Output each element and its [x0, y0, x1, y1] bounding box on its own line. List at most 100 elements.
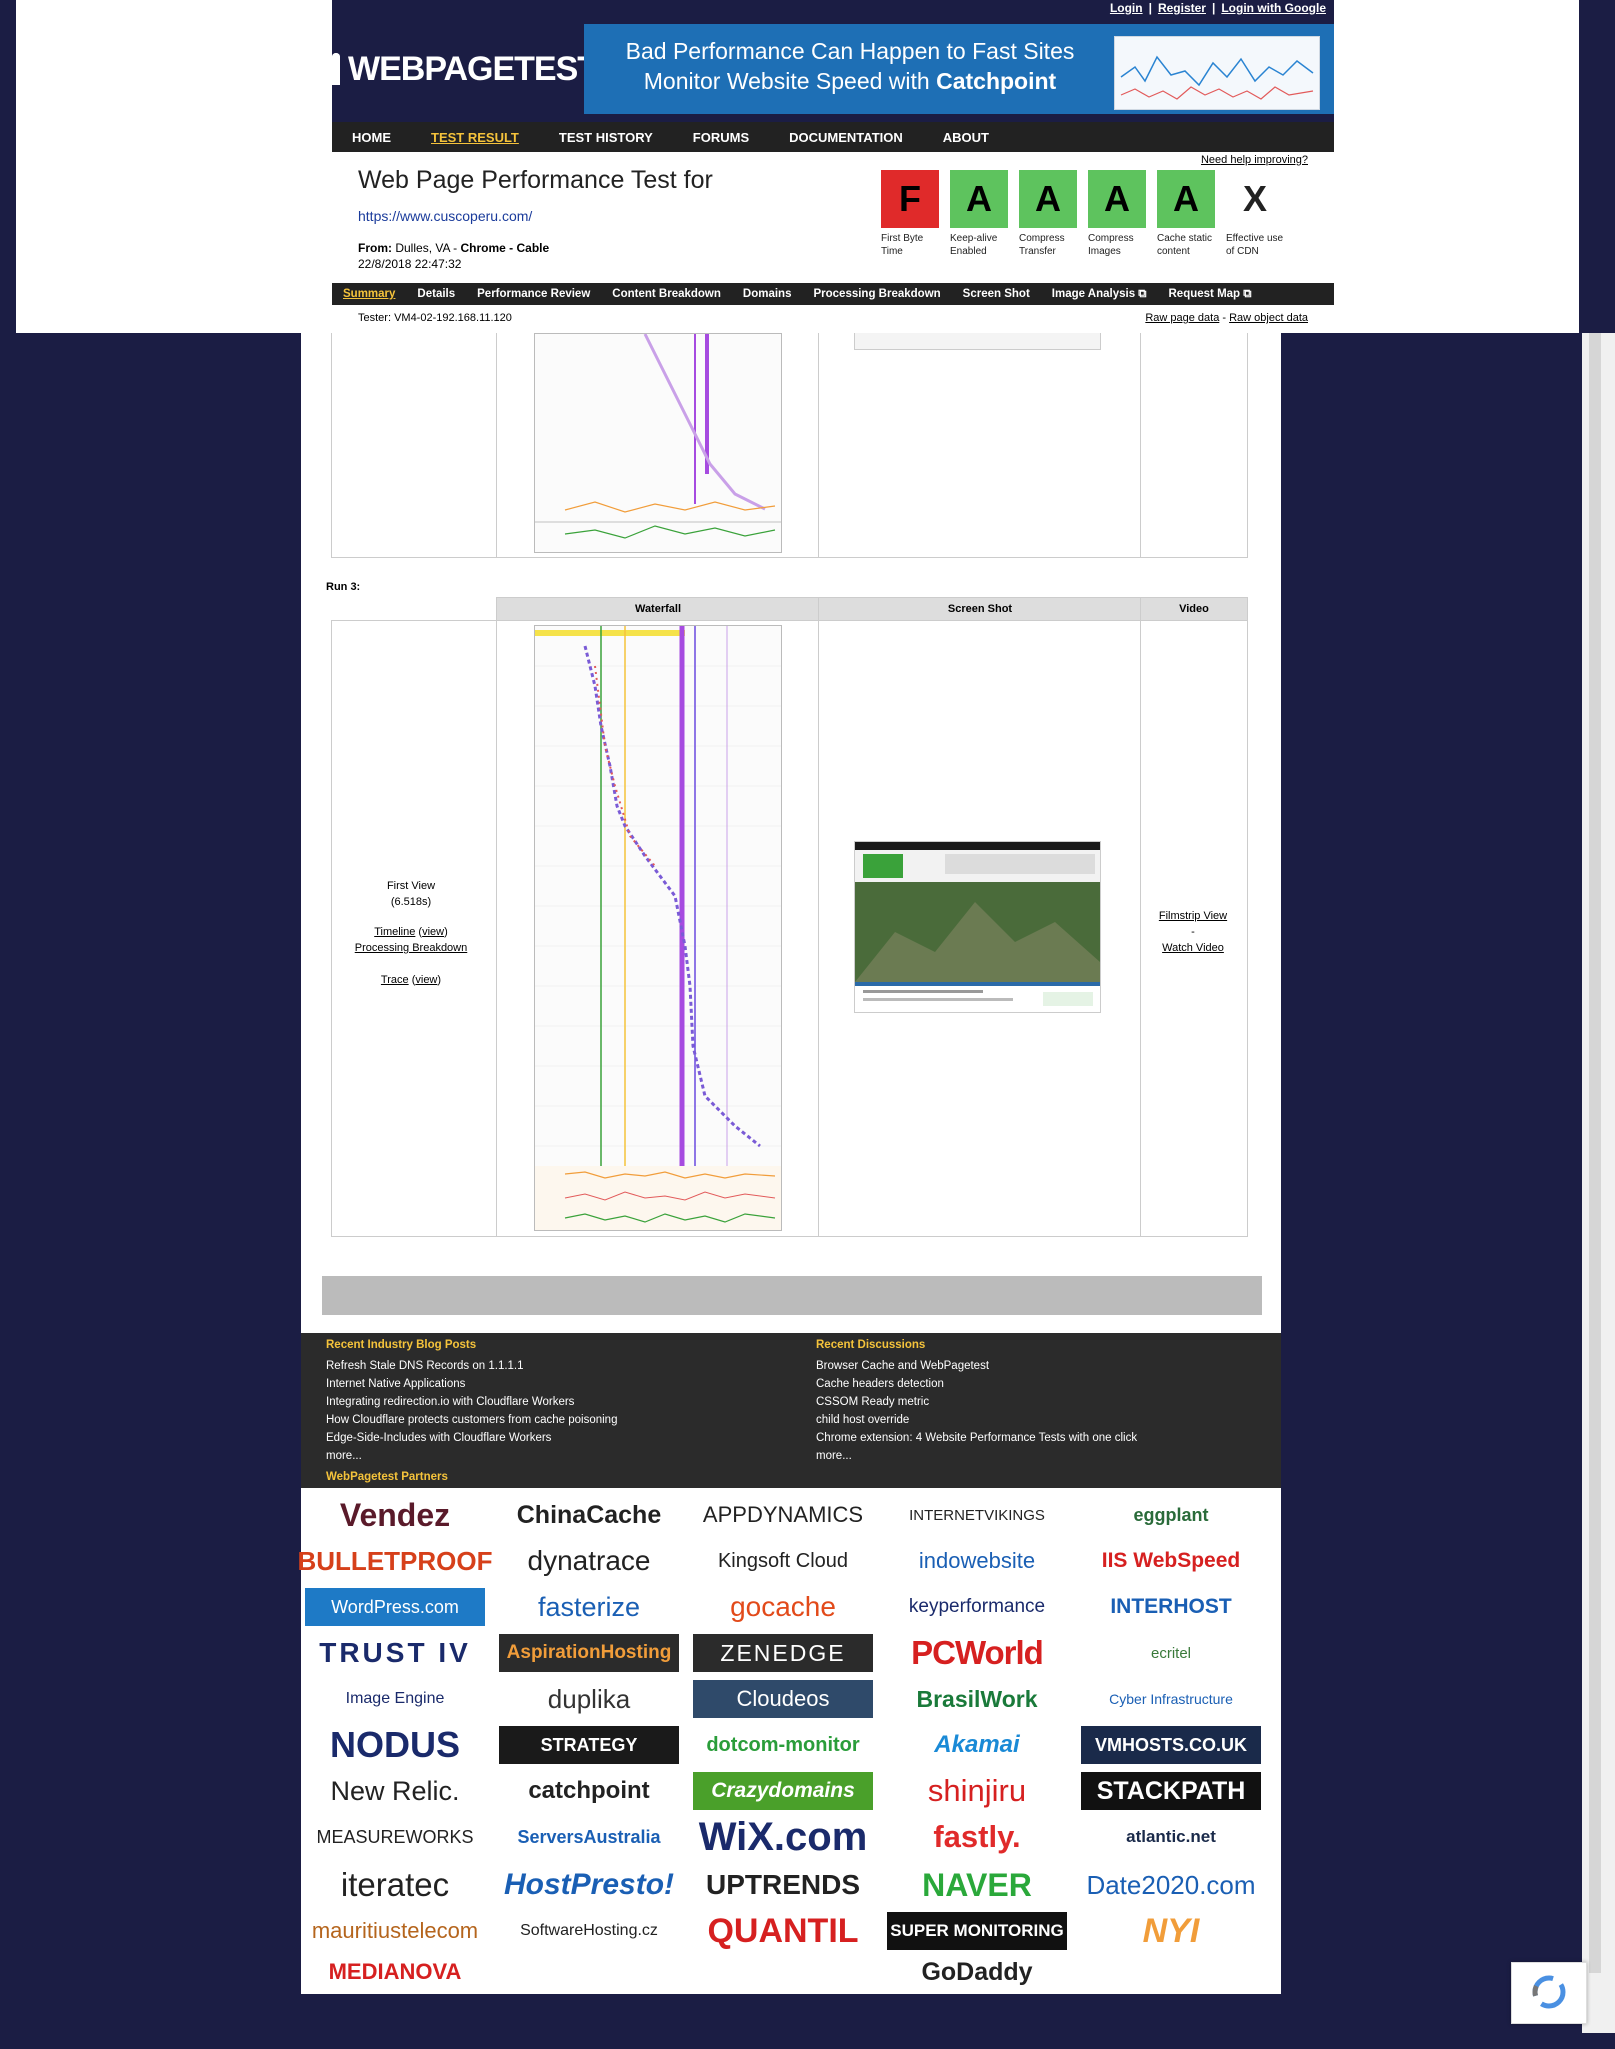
partner-logo[interactable]: fastly.	[887, 1818, 1067, 1856]
tab-screen-shot[interactable]: Screen Shot	[963, 288, 1030, 300]
tab-request-map[interactable]: Request Map ⧉	[1169, 288, 1252, 301]
menu-home[interactable]: HOME	[352, 130, 391, 145]
trace-view-link[interactable]: view	[415, 974, 437, 986]
partner-logo[interactable]: QUANTIL	[693, 1912, 873, 1950]
partner-logo[interactable]: indowebsite	[887, 1542, 1067, 1580]
timeline-link[interactable]: Timeline	[374, 926, 415, 938]
blog-post-link[interactable]: Integrating redirection.io with Cloudfla…	[326, 1393, 617, 1411]
partner-logo[interactable]: MEASUREWORKS	[305, 1818, 485, 1856]
discussion-link[interactable]: Chrome extension: 4 Website Performance …	[816, 1429, 1137, 1447]
partner-logo[interactable]: NAVER	[887, 1864, 1067, 1906]
login-google-link[interactable]: Login with Google	[1221, 1, 1326, 15]
login-link[interactable]: Login	[1110, 1, 1143, 15]
partner-logo[interactable]: INTERNETVIKINGS	[887, 1496, 1067, 1534]
raw-page-data-link[interactable]: Raw page data	[1145, 312, 1219, 324]
grade-compress-transfer[interactable]: A Compress Transfer	[1019, 170, 1077, 258]
webpagetest-logo[interactable]: WEBPAGETEST	[332, 46, 598, 92]
trace-link[interactable]: Trace	[381, 974, 409, 986]
partner-logo[interactable]: ecritel	[1081, 1634, 1261, 1672]
partner-logo[interactable]: INTERHOST	[1081, 1588, 1261, 1626]
tab-details[interactable]: Details	[417, 288, 455, 300]
tab-summary[interactable]: Summary	[343, 288, 395, 300]
blog-post-link[interactable]: Internet Native Applications	[326, 1375, 617, 1393]
catchpoint-banner[interactable]: Bad Performance Can Happen to Fast Sites…	[584, 24, 1334, 114]
watch-video-link[interactable]: Watch Video	[1140, 940, 1246, 956]
run3-waterfall-image[interactable]	[534, 625, 782, 1231]
partner-logo[interactable]: eggplant	[1081, 1496, 1261, 1534]
tab-performance-review[interactable]: Performance Review	[477, 288, 590, 300]
grade-cdn[interactable]: X Effective use of CDN	[1226, 170, 1284, 258]
run3-screenshot-image[interactable]	[854, 841, 1101, 1013]
partner-logo[interactable]: Cloudeos	[693, 1680, 873, 1718]
filmstrip-view-link[interactable]: Filmstrip View	[1140, 908, 1246, 924]
partner-logo[interactable]: dotcom-monitor	[693, 1726, 873, 1764]
discussions-more-link[interactable]: more...	[816, 1447, 1137, 1465]
partner-logo[interactable]: shinjiru	[887, 1772, 1067, 1810]
menu-forums[interactable]: FORUMS	[693, 130, 749, 145]
partner-logo[interactable]: dynatrace	[499, 1542, 679, 1580]
partner-logo[interactable]: ChinaCache	[499, 1496, 679, 1534]
partner-logo[interactable]: VMHOSTS.CO.UK	[1081, 1726, 1261, 1764]
partner-logo[interactable]: Akamai	[887, 1726, 1067, 1764]
partner-logo[interactable]: NYI	[1081, 1912, 1261, 1950]
grade-keep-alive[interactable]: A Keep-alive Enabled	[950, 170, 1008, 258]
discussion-link[interactable]: Browser Cache and WebPagetest	[816, 1357, 1137, 1375]
blog-more-link[interactable]: more...	[326, 1447, 617, 1465]
partner-logo[interactable]: Crazydomains	[693, 1772, 873, 1810]
menu-test-history[interactable]: TEST HISTORY	[559, 130, 653, 145]
tab-content-breakdown[interactable]: Content Breakdown	[612, 288, 721, 300]
menu-test-result[interactable]: TEST RESULT	[431, 130, 519, 145]
tab-processing-breakdown[interactable]: Processing Breakdown	[813, 288, 940, 300]
partner-logo[interactable]: duplika	[499, 1680, 679, 1718]
discussion-link[interactable]: CSSOM Ready metric	[816, 1393, 1137, 1411]
partner-logo[interactable]: MEDIANOVA	[305, 1954, 485, 1990]
run2-waterfall-image[interactable]	[534, 333, 782, 553]
partner-logo[interactable]: mauritiustelecom	[305, 1912, 485, 1950]
partner-logo[interactable]: Image Engine	[305, 1680, 485, 1718]
partner-logo[interactable]: WiX.com	[693, 1815, 873, 1859]
partner-logo[interactable]: AspirationHosting	[499, 1634, 679, 1672]
blog-post-link[interactable]: How Cloudflare protects customers from c…	[326, 1411, 617, 1429]
partner-logo[interactable]: STACKPATH	[1081, 1772, 1261, 1810]
partner-logo[interactable]: UPTRENDS	[693, 1864, 873, 1906]
tab-image-analysis[interactable]: Image Analysis ⧉	[1052, 288, 1147, 301]
partner-logo[interactable]: SoftwareHosting.cz	[499, 1912, 679, 1950]
discussion-link[interactable]: child host override	[816, 1411, 1137, 1429]
partner-logo[interactable]: Kingsoft Cloud	[693, 1542, 873, 1580]
blog-post-link[interactable]: Edge-Side-Includes with Cloudflare Worke…	[326, 1429, 617, 1447]
partner-logo[interactable]: GoDaddy	[887, 1954, 1067, 1990]
partner-logo[interactable]: Vendez	[305, 1496, 485, 1534]
page-scrollbar[interactable]	[1582, 333, 1615, 2033]
partner-logo[interactable]: New Relic.	[305, 1772, 485, 1810]
partner-logo[interactable]: ZENEDGE	[693, 1634, 873, 1672]
partner-logo[interactable]: Cyber Infrastructure	[1081, 1680, 1261, 1718]
partner-logo[interactable]: HostPresto!	[499, 1864, 679, 1906]
partner-logo[interactable]: SUPER MONITORING	[887, 1912, 1067, 1950]
partner-logo[interactable]: BrasilWork	[887, 1680, 1067, 1718]
partner-logo[interactable]: NODUS	[305, 1724, 485, 1765]
partner-logo[interactable]: IIS WebSpeed	[1081, 1542, 1261, 1580]
raw-object-data-link[interactable]: Raw object data	[1229, 312, 1308, 324]
blog-post-link[interactable]: Refresh Stale DNS Records on 1.1.1.1	[326, 1357, 617, 1375]
tab-domains[interactable]: Domains	[743, 288, 792, 300]
menu-about[interactable]: ABOUT	[943, 130, 989, 145]
partner-logo[interactable]: ServersAustralia	[499, 1818, 679, 1856]
partner-logo[interactable]: APPDYNAMICS	[693, 1496, 873, 1534]
partner-logo[interactable]: TRUST IV	[305, 1634, 485, 1672]
discussion-link[interactable]: Cache headers detection	[816, 1375, 1137, 1393]
grade-cache-static[interactable]: A Cache static content	[1157, 170, 1215, 258]
partner-logo[interactable]: gocache	[693, 1588, 873, 1626]
partner-logo[interactable]: fasterize	[499, 1588, 679, 1626]
register-link[interactable]: Register	[1158, 1, 1206, 15]
partner-logo[interactable]: PCWorld	[887, 1634, 1067, 1672]
tested-url[interactable]: https://www.cuscoperu.com/	[358, 208, 532, 224]
partner-logo[interactable]: iteratec	[305, 1864, 485, 1906]
run2-screenshot-image[interactable]	[854, 333, 1101, 350]
need-help-link[interactable]: Need help improving?	[1201, 154, 1308, 166]
partner-logo[interactable]: Date2020.com	[1081, 1864, 1261, 1906]
recaptcha-badge[interactable]	[1511, 1962, 1587, 2024]
partner-logo[interactable]: keyperformance	[887, 1588, 1067, 1626]
partner-logo[interactable]: catchpoint	[499, 1772, 679, 1810]
grade-first-byte[interactable]: F First Byte Time	[881, 170, 939, 258]
processing-breakdown-link[interactable]: Processing Breakdown	[355, 942, 468, 954]
